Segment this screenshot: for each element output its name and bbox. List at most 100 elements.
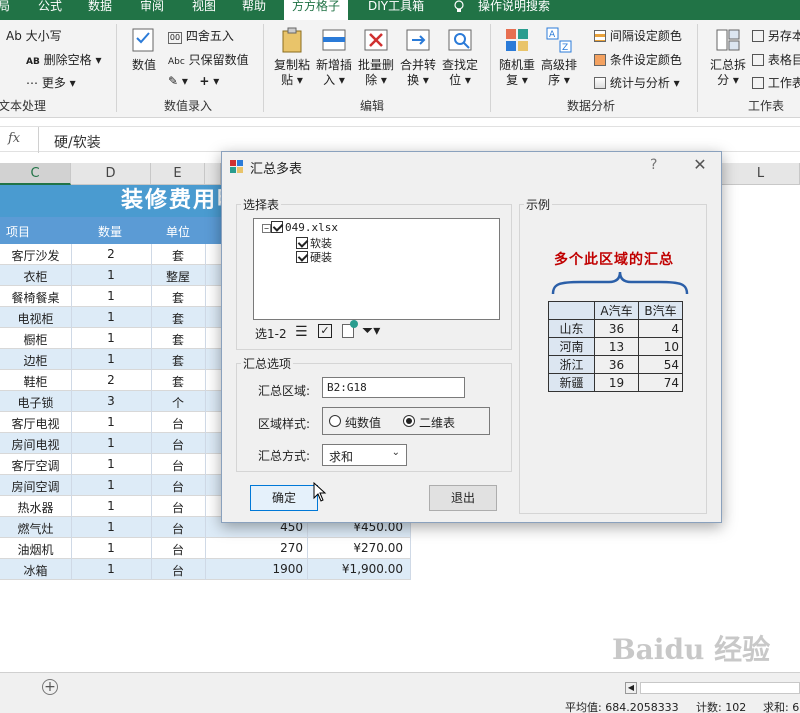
cell-unit[interactable]: 台 (151, 541, 205, 558)
close-icon[interactable]: ✕ (690, 155, 710, 174)
summary-split-button[interactable]: 汇总拆分 ▾ (706, 26, 750, 88)
exit-button[interactable]: 退出 (429, 485, 497, 511)
cell-qty[interactable]: 1 (71, 415, 151, 429)
tab-view[interactable]: 视图 (192, 0, 216, 20)
cell-unit[interactable]: 套 (151, 352, 205, 369)
tab-layout[interactable]: 局 (0, 0, 10, 20)
check-all-icon[interactable]: ✓ (318, 324, 332, 338)
cell-unit[interactable]: 台 (151, 478, 205, 495)
cell-unit[interactable]: 个 (151, 394, 205, 411)
cell-qty[interactable]: 1 (71, 310, 151, 324)
cell-qty[interactable]: 1 (71, 436, 151, 450)
cell-item[interactable]: 客厅空调 (0, 457, 71, 474)
tab-formulas[interactable]: 公式 (38, 0, 62, 20)
cell-qty[interactable]: 1 (71, 478, 151, 492)
horizontal-scrollbar[interactable] (640, 682, 800, 694)
checkbox-root[interactable] (271, 221, 283, 233)
cell-qty[interactable]: 1 (71, 562, 151, 576)
list-icon[interactable]: ☰ (295, 324, 308, 340)
cell-qty[interactable]: 1 (71, 331, 151, 345)
random-repeat-button[interactable]: 随机重复 ▾ (495, 26, 539, 88)
find-locate-button[interactable]: 查找定位 ▾ (438, 26, 482, 88)
cell-total[interactable]: ¥1,900.00 (307, 562, 403, 576)
cond-color-button[interactable]: 条件设定颜色 (594, 51, 682, 68)
formula-input[interactable]: 硬/软装 (54, 132, 101, 152)
cell-unit[interactable]: 套 (151, 289, 205, 306)
cell-qty[interactable]: 1 (71, 352, 151, 366)
cell-item[interactable]: 橱柜 (0, 331, 71, 348)
checkbox-hard[interactable] (296, 251, 308, 263)
cell-unit[interactable]: 台 (151, 436, 205, 453)
cell-item[interactable]: 房间空调 (0, 478, 71, 495)
add-sheet-icon[interactable]: + (42, 679, 58, 695)
ok-button[interactable]: 确定 (250, 485, 318, 511)
cell-unit[interactable]: 台 (151, 499, 205, 516)
column-header-l[interactable]: L (722, 163, 800, 185)
stats-analysis-button[interactable]: 统计与分析 ▾ (594, 74, 680, 91)
cell-item[interactable]: 油烟机 (0, 541, 71, 558)
column-header-f[interactable] (205, 163, 221, 185)
advanced-sort-button[interactable]: AZ 高级排序 ▾ (537, 26, 581, 88)
cell-total[interactable]: ¥270.00 (307, 541, 403, 555)
cell-item[interactable]: 冰箱 (0, 562, 71, 579)
cell-unit[interactable]: 套 (151, 310, 205, 327)
cell-qty[interactable]: 2 (71, 247, 151, 261)
radio-2d-label[interactable]: 二维表 (419, 414, 455, 431)
cell-unit[interactable]: 套 (151, 331, 205, 348)
round-button[interactable]: 00 四舍五入 (168, 27, 234, 44)
tab-help[interactable]: 帮助 (242, 0, 266, 20)
tree-root[interactable]: −049.xlsx (262, 221, 338, 234)
cell-item[interactable]: 边柜 (0, 352, 71, 369)
help-icon[interactable]: ? (650, 157, 657, 173)
tree-node-hard[interactable]: 硬装 (296, 249, 332, 265)
value-button[interactable]: 数值 (122, 26, 166, 73)
cell-item[interactable]: 热水器 (0, 499, 71, 516)
cell-item[interactable]: 客厅沙发 (0, 247, 71, 264)
cell-unit[interactable]: 台 (151, 562, 205, 579)
cell-unit[interactable]: 台 (151, 457, 205, 474)
header-unit[interactable]: 单位 (166, 223, 190, 240)
table-tree[interactable]: −049.xlsx 软装 硬装 (253, 218, 500, 320)
merge-convert-button[interactable]: 合并转换 ▾ (396, 26, 440, 88)
cell-item[interactable]: 燃气灶 (0, 520, 71, 537)
cell-item[interactable]: 房间电视 (0, 436, 71, 453)
save-as-button[interactable]: 另存本 (752, 27, 800, 44)
cell-price[interactable]: 1900 (205, 562, 303, 576)
cell-item[interactable]: 电子锁 (0, 394, 71, 411)
delete-space-button[interactable]: AB 删除空格 ▾ (26, 51, 102, 68)
cell-item[interactable]: 客厅电视 (0, 415, 71, 432)
cell-qty[interactable]: 1 (71, 541, 151, 555)
new-insert-button[interactable]: 新增插入 ▾ (312, 26, 356, 88)
cell-unit[interactable]: 台 (151, 415, 205, 432)
tab-review[interactable]: 审阅 (140, 0, 164, 20)
tab-data[interactable]: 数据 (88, 0, 112, 20)
header-item[interactable]: 项目 (6, 223, 30, 240)
cell-item[interactable]: 鞋柜 (0, 373, 71, 390)
tab-fangfang[interactable]: 方方格子 (284, 0, 349, 20)
method-select[interactable]: 求和 ⌄ (322, 444, 407, 466)
cell-unit[interactable]: 套 (151, 247, 205, 264)
cell-qty[interactable]: 3 (71, 394, 151, 408)
numeric-extra-button[interactable]: ✎ ▾ + ▾ (168, 74, 219, 88)
table-dir-button[interactable]: 表格目 (752, 51, 800, 68)
cell-unit[interactable]: 套 (151, 373, 205, 390)
copy-paste-button[interactable]: 复制粘贴 ▾ (270, 26, 314, 88)
cell-qty[interactable]: 1 (71, 268, 151, 282)
header-qty[interactable]: 数量 (98, 223, 122, 240)
interval-color-button[interactable]: 间隔设定颜色 (594, 27, 682, 44)
radio-plain-values[interactable] (329, 415, 341, 427)
fx-icon[interactable]: fx (8, 131, 20, 146)
column-header-c[interactable]: C (0, 163, 71, 185)
cell-qty[interactable]: 1 (71, 289, 151, 303)
cell-item[interactable]: 衣柜 (0, 268, 71, 285)
cell-unit[interactable]: 整屋 (151, 268, 205, 285)
tab-diy-toolbox[interactable]: DIY工具箱 (368, 0, 424, 20)
scroll-left-icon[interactable]: ◀ (625, 682, 637, 694)
add-file-icon[interactable] (342, 320, 358, 338)
case-button[interactable]: Ab 大小写 (6, 27, 62, 44)
cell-unit[interactable]: 台 (151, 520, 205, 537)
column-header-e[interactable]: E (151, 163, 205, 185)
tab-tell-me[interactable]: 操作说明搜索 (478, 0, 550, 20)
cell-qty[interactable]: 1 (71, 520, 151, 534)
column-header-d[interactable]: D (71, 163, 151, 185)
